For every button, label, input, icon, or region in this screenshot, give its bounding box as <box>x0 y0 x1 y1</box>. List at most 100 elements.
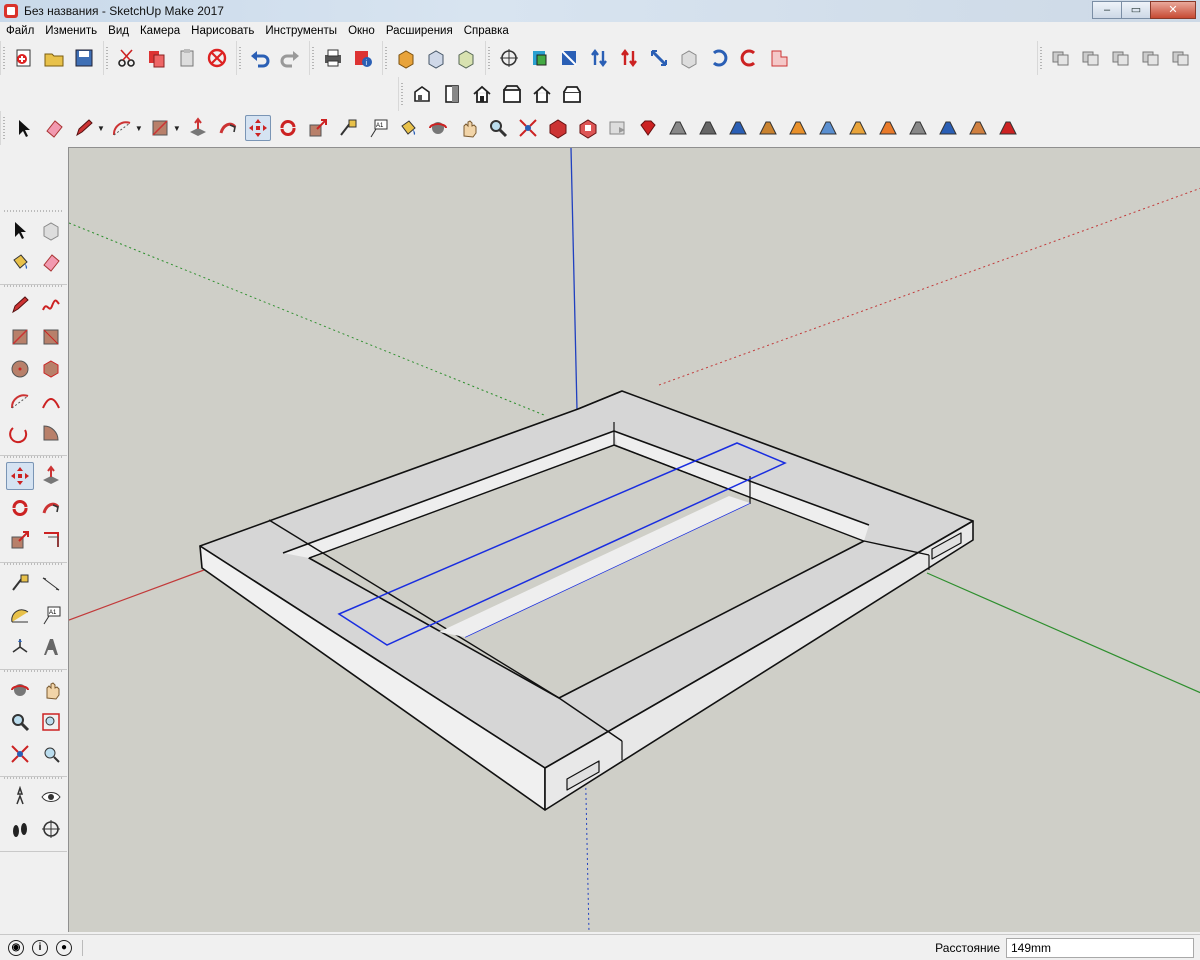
rotate-icon[interactable] <box>275 115 301 141</box>
dropdown-arrow-icon[interactable]: ▼ <box>173 124 181 133</box>
menu-window[interactable]: Окно <box>342 25 380 37</box>
offset-icon[interactable] <box>38 526 66 554</box>
component-icon[interactable] <box>38 216 66 244</box>
zoom-window-icon[interactable] <box>38 708 66 736</box>
pie-icon[interactable] <box>38 419 66 447</box>
measurement-input[interactable]: 149mm <box>1006 938 1194 958</box>
drawing-viewport[interactable] <box>68 147 1200 932</box>
zoom-icon[interactable] <box>485 115 511 141</box>
push-pull-up-icon[interactable] <box>586 45 612 71</box>
text-icon[interactable]: A1 <box>365 115 391 141</box>
circle-icon[interactable] <box>6 355 34 383</box>
scale-icon[interactable] <box>6 526 34 554</box>
push-pull-down-icon[interactable] <box>616 45 642 71</box>
account-icon[interactable]: ● <box>56 939 72 956</box>
text-icon[interactable]: A1 <box>38 601 66 629</box>
front-view-icon[interactable] <box>439 81 465 107</box>
sandbox-1-icon[interactable] <box>665 115 691 141</box>
rotate-right-icon[interactable] <box>736 45 762 71</box>
close-button[interactable]: ✕ <box>1150 1 1196 19</box>
rectangle-icon[interactable] <box>147 115 173 141</box>
zoom-extents-icon[interactable] <box>515 115 541 141</box>
hidden-line-style-icon[interactable] <box>453 45 479 71</box>
layer-1-icon[interactable] <box>1048 45 1074 71</box>
menu-view[interactable]: Вид <box>102 25 134 37</box>
menu-help[interactable]: Справка <box>458 25 514 37</box>
share-icon[interactable] <box>605 115 631 141</box>
print-icon[interactable] <box>320 45 346 71</box>
menu-file[interactable]: Файл <box>0 25 39 37</box>
ruby-icon[interactable] <box>635 115 661 141</box>
layer-3-icon[interactable] <box>1108 45 1134 71</box>
sandbox-4-icon[interactable] <box>755 115 781 141</box>
rectangle-icon[interactable] <box>6 323 34 351</box>
select-icon[interactable] <box>11 115 37 141</box>
sandbox-8-icon[interactable] <box>875 115 901 141</box>
scale-icon[interactable] <box>305 115 331 141</box>
rotate-left-icon[interactable] <box>706 45 732 71</box>
cut-icon[interactable] <box>114 45 140 71</box>
section-cut-icon[interactable] <box>556 45 582 71</box>
tape-measure-icon[interactable] <box>6 569 34 597</box>
pan-icon[interactable] <box>38 676 66 704</box>
pencil-icon[interactable] <box>6 291 34 319</box>
model-canvas[interactable] <box>69 148 1200 932</box>
push-pull-icon[interactable] <box>185 115 211 141</box>
two-point-arc-icon[interactable] <box>38 387 66 415</box>
pan-icon[interactable] <box>455 115 481 141</box>
zoom-icon[interactable] <box>6 708 34 736</box>
save-icon[interactable] <box>71 45 97 71</box>
rotated-rectangle-icon[interactable] <box>38 323 66 351</box>
dropdown-arrow-icon[interactable]: ▼ <box>135 124 143 133</box>
follow-me-icon[interactable] <box>215 115 241 141</box>
layer-5-icon[interactable] <box>1168 45 1194 71</box>
warehouse-icon[interactable] <box>545 115 571 141</box>
polygon-icon[interactable] <box>38 355 66 383</box>
follow-me-icon[interactable] <box>38 494 66 522</box>
three-point-arc-icon[interactable] <box>6 419 34 447</box>
credits-icon[interactable]: i <box>32 939 48 956</box>
geo-location-icon[interactable]: ◉ <box>8 939 24 956</box>
tape-measure-icon[interactable] <box>335 115 361 141</box>
maximize-button[interactable]: ▭ <box>1121 1 1151 19</box>
sandbox-9-icon[interactable] <box>905 115 931 141</box>
select-icon[interactable] <box>6 216 34 244</box>
paint-bucket-icon[interactable] <box>6 248 34 276</box>
paint-bucket-icon[interactable] <box>395 115 421 141</box>
layer-2-icon[interactable] <box>1078 45 1104 71</box>
dropdown-arrow-icon[interactable]: ▼ <box>97 124 105 133</box>
open-icon[interactable] <box>41 45 67 71</box>
arc-icon[interactable] <box>6 387 34 415</box>
extension-warehouse-icon[interactable] <box>575 115 601 141</box>
left-view-icon[interactable] <box>559 81 585 107</box>
eraser-icon[interactable] <box>41 115 67 141</box>
sandbox-12-icon[interactable] <box>995 115 1021 141</box>
erase-icon[interactable] <box>204 45 230 71</box>
sandbox-3-icon[interactable] <box>725 115 751 141</box>
frame-model[interactable] <box>199 390 974 811</box>
undo-icon[interactable] <box>247 45 273 71</box>
menu-camera[interactable]: Камера <box>134 25 185 37</box>
menu-extensions[interactable]: Расширения <box>380 25 458 37</box>
menu-tools[interactable]: Инструменты <box>259 25 342 37</box>
move-icon[interactable] <box>244 115 271 141</box>
layer-4-icon[interactable] <box>1138 45 1164 71</box>
pencil-icon[interactable] <box>71 115 97 141</box>
eraser-icon[interactable] <box>38 248 66 276</box>
sandbox-5-icon[interactable] <box>785 115 811 141</box>
sandbox-7-icon[interactable] <box>845 115 871 141</box>
menu-edit[interactable]: Изменить <box>39 25 102 37</box>
top-house-icon[interactable] <box>469 81 495 107</box>
model-info-icon[interactable]: i <box>350 45 376 71</box>
minimize-button[interactable]: – <box>1092 1 1122 19</box>
position-camera-icon[interactable] <box>6 783 34 811</box>
section-display-icon[interactable] <box>526 45 552 71</box>
sandbox-11-icon[interactable] <box>965 115 991 141</box>
zoom-extents-icon[interactable] <box>6 740 34 768</box>
section-plane-icon[interactable] <box>38 815 66 843</box>
orbit-icon[interactable] <box>6 676 34 704</box>
axes-icon[interactable] <box>6 633 34 661</box>
back-view-icon[interactable] <box>529 81 555 107</box>
dimension-icon[interactable] <box>38 569 66 597</box>
redo-icon[interactable] <box>277 45 303 71</box>
